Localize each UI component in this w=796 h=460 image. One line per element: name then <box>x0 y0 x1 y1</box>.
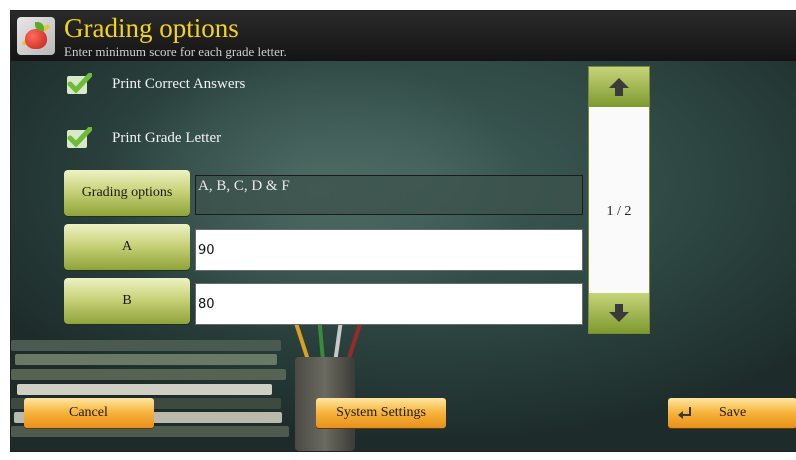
print-grade-letter-label: Print Grade Letter <box>112 129 222 146</box>
cancel-button[interactable]: Cancel <box>24 398 154 428</box>
arrow-up-icon <box>609 78 629 96</box>
system-settings-label: System Settings <box>336 405 426 420</box>
grade-b-score-input[interactable]: 80 <box>195 283 583 325</box>
grading-options-value: A, B, C, D & F <box>195 175 583 215</box>
print-correct-answers-label: Print Correct Answers <box>112 75 246 92</box>
page-down-button[interactable] <box>589 293 649 333</box>
grade-a-button[interactable]: A <box>64 224 190 270</box>
app-window: Grading options Enter minimum score for … <box>10 10 796 452</box>
checkmark-icon[interactable] <box>66 126 93 149</box>
system-settings-button[interactable]: System Settings <box>316 398 446 428</box>
books-decoration <box>11 336 301 451</box>
page-subtitle: Enter minimum score for each grade lette… <box>64 44 287 59</box>
header-bar: Grading options Enter minimum score for … <box>11 11 796 61</box>
save-button[interactable]: Save <box>668 398 796 428</box>
page-scroller: 1 / 2 <box>588 66 650 334</box>
print-grade-letter-option[interactable]: Print Grade Letter <box>66 125 221 151</box>
save-label: Save <box>719 405 747 420</box>
page-title: Grading options <box>64 13 239 43</box>
grade-b-button[interactable]: B <box>64 278 190 324</box>
page-up-button[interactable] <box>589 67 649 107</box>
return-arrow-icon <box>678 407 691 419</box>
grade-a-score-input[interactable]: 90 <box>195 229 583 271</box>
arrow-down-icon <box>609 304 629 322</box>
page-indicator: 1 / 2 <box>606 204 632 219</box>
app-icon <box>17 17 55 55</box>
checkmark-icon[interactable] <box>66 72 93 95</box>
print-correct-answers-option[interactable]: Print Correct Answers <box>66 71 245 97</box>
grading-options-button[interactable]: Grading options <box>64 170 190 216</box>
cancel-label: Cancel <box>69 405 108 420</box>
